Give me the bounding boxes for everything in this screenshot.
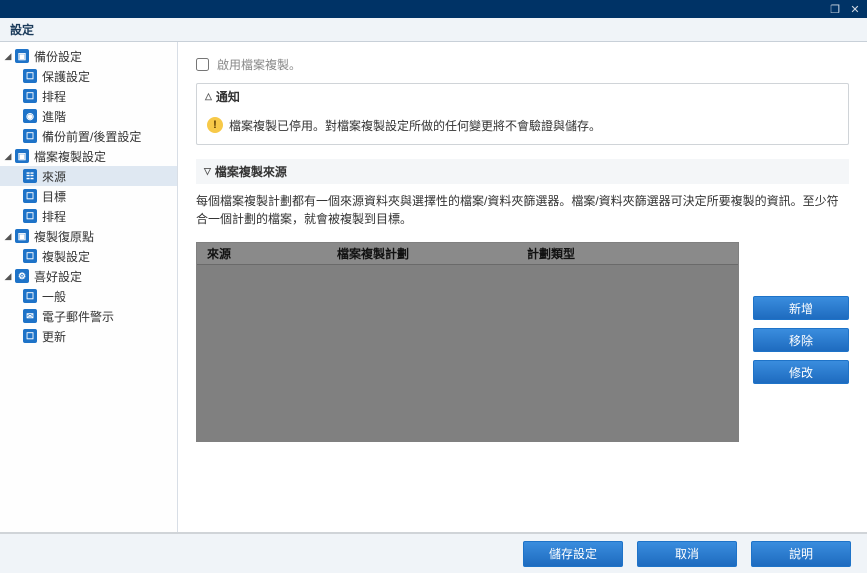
schedule-icon: ☐	[22, 88, 38, 104]
updates-icon: ☐	[22, 328, 38, 344]
save-settings-button[interactable]: 儲存設定	[523, 541, 623, 567]
notice-title: 通知	[216, 88, 240, 105]
sidebar-item-label: 備份設定	[34, 48, 82, 65]
caret-down-icon[interactable]: ◢	[2, 151, 14, 162]
sidebar-item-general[interactable]: ☐ 一般	[0, 286, 177, 306]
caret-down-icon: ▽	[204, 166, 211, 177]
sidebar-item-label: 電子郵件警示	[42, 308, 114, 325]
recovery-icon: ▣	[14, 228, 30, 244]
sidebar-item-label: 備份前置/後置設定	[42, 128, 141, 145]
notice-header[interactable]: △ 通知	[197, 84, 848, 109]
sidebar-item-label: 一般	[42, 288, 66, 305]
grid-header: 來源 檔案複製計劃 計劃類型	[197, 243, 738, 265]
notice-panel: △ 通知 ! 檔案複製已停用。對檔案複製設定所做的任何變更將不會驗證與儲存。	[196, 83, 849, 145]
sidebar-item-copy-settings[interactable]: ☐ 複製設定	[0, 246, 177, 266]
restore-icon[interactable]: ❐	[829, 3, 841, 15]
sidebar-item-label: 檔案複製設定	[34, 148, 106, 165]
titlebar: ❐ ✕	[0, 0, 867, 18]
sidebar-item-label: 排程	[42, 208, 66, 225]
sidebar-item-label: 複製設定	[42, 248, 90, 265]
caret-down-icon[interactable]: ◢	[2, 51, 14, 62]
sidebar: ◢ ▣ 備份設定 ☐ 保護設定 ☐ 排程 ◉ 進階 ☐ 備份前置/後置設定 ◢ …	[0, 42, 178, 533]
content-area: 啟用檔案複製。 △ 通知 ! 檔案複製已停用。對檔案複製設定所做的任何變更將不會…	[178, 42, 867, 533]
general-icon: ☐	[22, 288, 38, 304]
target-icon: ☐	[22, 188, 38, 204]
sidebar-item-preferences[interactable]: ◢ ⚙ 喜好設定	[0, 266, 177, 286]
caret-up-icon: △	[205, 91, 212, 102]
grid-col-type[interactable]: 計劃類型	[517, 245, 738, 262]
footer: 儲存設定 取消 說明	[0, 533, 867, 573]
section-header[interactable]: ▽ 檔案複製來源	[196, 159, 849, 184]
sidebar-item-email-alerts[interactable]: ✉ 電子郵件警示	[0, 306, 177, 326]
copy-settings-icon: ☐	[22, 248, 38, 264]
sidebar-item-label: 喜好設定	[34, 268, 82, 285]
filecopy-icon: ▣	[14, 148, 30, 164]
window-header: 設定	[0, 18, 867, 42]
help-button[interactable]: 說明	[751, 541, 851, 567]
source-icon: ☷	[22, 168, 38, 184]
sidebar-item-schedule-filecopy[interactable]: ☐ 排程	[0, 206, 177, 226]
schedule-icon: ☐	[22, 208, 38, 224]
caret-down-icon[interactable]: ◢	[2, 271, 14, 282]
modify-button[interactable]: 修改	[753, 360, 849, 384]
sidebar-item-copy-recovery[interactable]: ◢ ▣ 複製復原點	[0, 226, 177, 246]
sidebar-item-label: 進階	[42, 108, 66, 125]
sidebar-item-label: 保護設定	[42, 68, 90, 85]
sidebar-item-protection[interactable]: ☐ 保護設定	[0, 66, 177, 86]
cancel-button[interactable]: 取消	[637, 541, 737, 567]
sidebar-item-label: 目標	[42, 188, 66, 205]
advanced-icon: ◉	[22, 108, 38, 124]
warning-icon: !	[207, 117, 223, 133]
enable-filecopy-label: 啟用檔案複製。	[217, 56, 301, 73]
section-title: 檔案複製來源	[215, 163, 287, 180]
add-button[interactable]: 新增	[753, 296, 849, 320]
sidebar-item-schedule-backup[interactable]: ☐ 排程	[0, 86, 177, 106]
caret-down-icon[interactable]: ◢	[2, 231, 14, 242]
prepost-icon: ☐	[22, 128, 38, 144]
section-description: 每個檔案複製計劃都有一個來源資料夾與選擇性的檔案/資料夾篩選器。檔案/資料夾篩選…	[196, 192, 849, 228]
window-title: 設定	[10, 21, 34, 38]
grid-col-plan[interactable]: 檔案複製計劃	[327, 245, 517, 262]
sidebar-item-label: 更新	[42, 328, 66, 345]
sidebar-item-target[interactable]: ☐ 目標	[0, 186, 177, 206]
email-icon: ✉	[22, 308, 38, 324]
sidebar-item-label: 排程	[42, 88, 66, 105]
sidebar-item-source[interactable]: ☷ 來源	[0, 166, 177, 186]
grid-buttons: 新增 移除 修改	[753, 242, 849, 384]
notice-message: 檔案複製已停用。對檔案複製設定所做的任何變更將不會驗證與儲存。	[229, 117, 601, 134]
sidebar-item-label: 複製復原點	[34, 228, 94, 245]
preferences-icon: ⚙	[14, 268, 30, 284]
enable-filecopy-checkbox[interactable]	[196, 58, 209, 71]
sidebar-item-updates[interactable]: ☐ 更新	[0, 326, 177, 346]
grid-col-source[interactable]: 來源	[197, 245, 327, 262]
sidebar-item-backup-settings[interactable]: ◢ ▣ 備份設定	[0, 46, 177, 66]
sidebar-item-advanced[interactable]: ◉ 進階	[0, 106, 177, 126]
source-grid[interactable]: 來源 檔案複製計劃 計劃類型	[196, 242, 739, 442]
sidebar-item-label: 來源	[42, 168, 66, 185]
protection-icon: ☐	[22, 68, 38, 84]
backup-icon: ▣	[14, 48, 30, 64]
close-icon[interactable]: ✕	[849, 3, 861, 15]
sidebar-item-prepost[interactable]: ☐ 備份前置/後置設定	[0, 126, 177, 146]
sidebar-item-filecopy-settings[interactable]: ◢ ▣ 檔案複製設定	[0, 146, 177, 166]
remove-button[interactable]: 移除	[753, 328, 849, 352]
